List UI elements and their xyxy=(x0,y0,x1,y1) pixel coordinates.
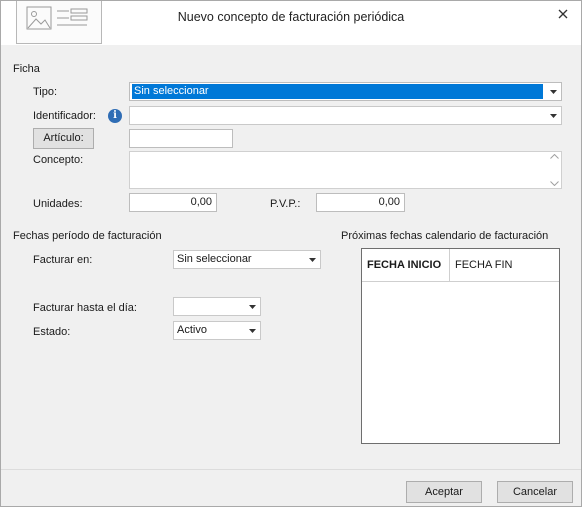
chevron-down-icon[interactable] xyxy=(546,83,561,100)
column-header-fecha-fin[interactable]: FECHA FIN xyxy=(450,249,559,282)
facturar-en-label: Facturar en: xyxy=(33,254,93,266)
tipo-select[interactable]: Sin seleccionar xyxy=(129,82,562,101)
concepto-textarea[interactable] xyxy=(129,151,562,189)
pvp-input[interactable]: 0,00 xyxy=(316,193,405,212)
articulo-button[interactable]: Artículo: xyxy=(33,128,94,149)
estado-value: Activo xyxy=(177,324,207,336)
scroll-down-icon[interactable] xyxy=(549,181,559,186)
cancel-button[interactable]: Cancelar xyxy=(497,481,573,503)
chevron-down-icon[interactable] xyxy=(546,107,561,124)
close-icon xyxy=(558,9,568,19)
dialog-content: Ficha Tipo: Sin seleccionar Identificado… xyxy=(1,45,581,465)
unidades-input[interactable]: 0,00 xyxy=(129,193,217,212)
tipo-value: Sin seleccionar xyxy=(132,84,543,99)
dialog-window: Nuevo concepto de facturación periódica … xyxy=(0,0,582,507)
info-icon[interactable]: i xyxy=(108,109,122,123)
identificador-label: Identificador: xyxy=(33,110,96,122)
facturar-en-select[interactable]: Sin seleccionar xyxy=(173,250,321,269)
estado-select[interactable]: Activo xyxy=(173,321,261,340)
pvp-label: P.V.P.: xyxy=(270,198,301,210)
facturar-en-value: Sin seleccionar xyxy=(177,253,252,265)
chevron-down-icon[interactable] xyxy=(305,251,320,268)
scroll-up-icon[interactable] xyxy=(549,154,559,159)
accept-button[interactable]: Aceptar xyxy=(406,481,482,503)
chevron-down-icon[interactable] xyxy=(245,322,260,339)
section-title-ficha: Ficha xyxy=(13,63,40,75)
dates-table[interactable]: FECHA INICIO FECHA FIN xyxy=(361,248,560,444)
pvp-value: 0,00 xyxy=(378,196,400,208)
dialog-title: Nuevo concepto de facturación periódica xyxy=(177,10,405,24)
section-title-calendario: Próximas fechas calendario de facturació… xyxy=(341,230,549,242)
facturar-hasta-select[interactable] xyxy=(173,297,261,316)
close-button[interactable] xyxy=(553,4,573,24)
column-header-fecha-inicio[interactable]: FECHA INICIO xyxy=(362,249,450,282)
tipo-label: Tipo: xyxy=(33,86,58,98)
facturar-hasta-label: Facturar hasta el día: xyxy=(33,302,137,314)
chevron-down-icon[interactable] xyxy=(245,298,260,315)
concepto-label: Concepto: xyxy=(33,154,84,166)
title-bar: Nuevo concepto de facturación periódica xyxy=(1,1,581,45)
unidades-label: Unidades: xyxy=(33,198,83,210)
identificador-select[interactable] xyxy=(129,106,562,125)
articulo-input[interactable] xyxy=(129,129,233,148)
unidades-value: 0,00 xyxy=(190,196,212,208)
estado-label: Estado: xyxy=(33,326,71,338)
dialog-footer: Aceptar Cancelar xyxy=(1,469,581,506)
textarea-scrollbar[interactable] xyxy=(547,152,561,188)
section-title-periodo: Fechas período de facturación xyxy=(13,230,162,242)
